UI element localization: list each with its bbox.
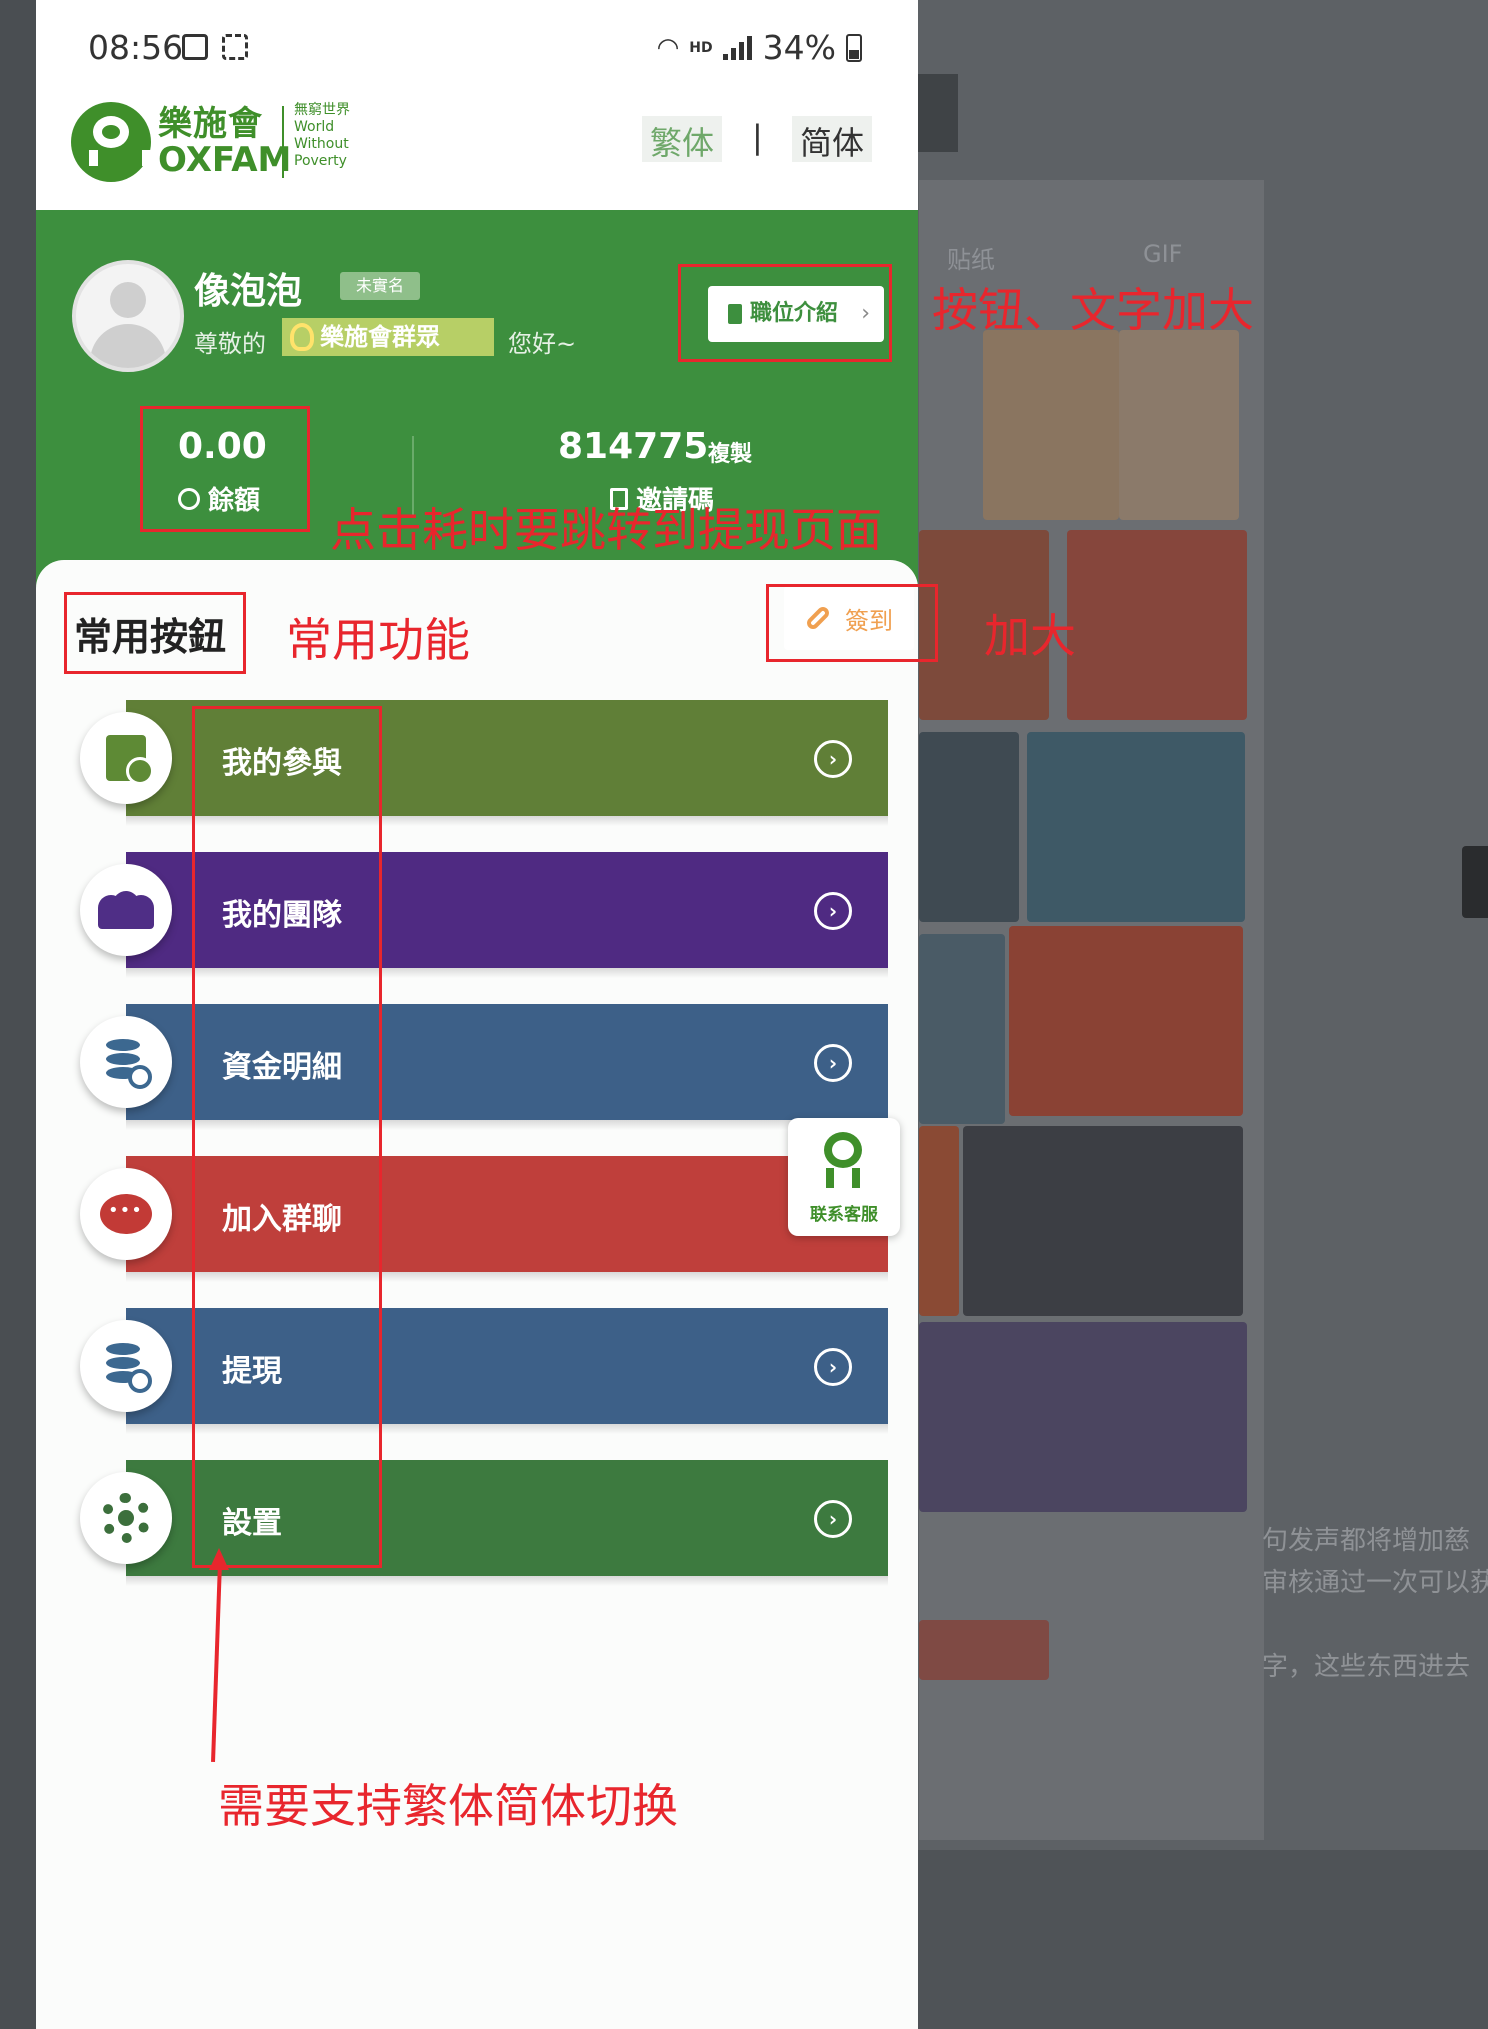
logo-english: OXFAM	[158, 140, 292, 180]
status-bar: 08:56 ◠ HD 34%	[36, 0, 918, 92]
background-text-line: 句发声都将增加慈	[1262, 1526, 1471, 1556]
avatar-head	[110, 282, 146, 318]
background-text-line	[1262, 1604, 1488, 1646]
logo-tagline-line: World	[294, 119, 335, 135]
member-level-badge: 樂施會群眾	[282, 318, 494, 356]
copy-invite-button[interactable]: 複製	[708, 436, 752, 468]
background-tile	[919, 1126, 959, 1316]
logo-tagline: 無窮世界 World Without Poverty	[294, 102, 350, 170]
annotation-enlarge-button-text: 按钮、文字加大	[932, 283, 1254, 337]
logo-divider	[282, 106, 284, 178]
background-text: 句发声都将增加慈 审核通过一次可以获 字，这些东西进去	[1262, 1520, 1488, 1688]
annotation-enlarge: 加大	[984, 609, 1076, 663]
background-text-line: 字，这些东西进去	[1262, 1652, 1471, 1682]
traditional-chinese-button[interactable]: 繁体	[642, 116, 723, 162]
annotation-box-checkin	[766, 584, 938, 662]
background-left-strip	[0, 0, 36, 2029]
customer-service-label: 联系客服	[810, 1205, 878, 1225]
background-side-tab	[1462, 846, 1488, 918]
arrow-circle-icon: ›	[814, 740, 852, 778]
background-tile	[1009, 926, 1243, 1116]
status-right: ◠ HD 34%	[657, 28, 862, 67]
withdraw-icon	[80, 1320, 172, 1412]
background-tabs: 贴纸 GIF	[919, 236, 1264, 276]
wifi-icon: ◠	[656, 32, 680, 63]
arrow-circle-icon: ›	[814, 1348, 852, 1386]
invite-code-value: 814775	[558, 426, 709, 467]
user-name: 像泡泡	[194, 271, 303, 312]
status-time: 08:56	[88, 28, 184, 67]
arrow-circle-icon: ›	[814, 1500, 852, 1538]
background-tile	[919, 934, 1005, 1124]
funds-detail-icon	[80, 1016, 172, 1108]
customer-service-button[interactable]: 联系客服	[788, 1118, 900, 1236]
annotation-withdraw-jump: 点击耗时要跳转到提现页面	[330, 503, 882, 557]
annotation-box-menu-labels	[192, 706, 382, 1568]
logo-chinese: 樂施會	[158, 104, 263, 144]
logo-tagline-line: 無窮世界	[294, 102, 350, 118]
signal-icon	[722, 35, 753, 60]
avatar-body	[90, 324, 166, 368]
annotation-common-functions: 常用功能	[286, 613, 470, 667]
greeting-prefix: 尊敬的	[194, 330, 266, 358]
team-icon	[80, 864, 172, 956]
background-tab-sticker: 贴纸	[947, 246, 995, 274]
background-tile	[919, 1620, 1049, 1680]
background-tab-gif: GIF	[1143, 240, 1183, 268]
member-badge-icon	[290, 323, 314, 351]
hd-label: HD	[689, 39, 713, 56]
menu-bar-shadow	[126, 1576, 888, 1586]
participation-icon	[80, 712, 172, 804]
simplified-chinese-button[interactable]: 简体	[792, 116, 873, 162]
gallery-icon	[182, 34, 208, 60]
greeting-suffix: 您好~	[508, 330, 577, 358]
language-separator: |	[752, 118, 763, 156]
background-top-block	[918, 74, 958, 152]
logo-tagline-line: Poverty	[294, 153, 347, 169]
arrow-circle-icon: ›	[814, 1044, 852, 1082]
group-chat-icon	[80, 1168, 172, 1260]
battery-icon	[846, 33, 862, 62]
background-tile	[963, 1126, 1243, 1316]
oxfam-support-icon	[822, 1132, 864, 1188]
oxfam-logo-icon	[71, 102, 151, 182]
background-text-line: 审核通过一次可以获	[1262, 1568, 1488, 1598]
background-tile	[983, 330, 1119, 520]
annotation-language-switch: 需要支持繁体简体切换	[218, 1779, 678, 1833]
background-tile	[1119, 330, 1239, 520]
background-tile	[1067, 530, 1247, 720]
background-sticker-panel	[919, 180, 1264, 1840]
background-tile	[1027, 732, 1245, 922]
member-badge-label: 樂施會群眾	[320, 323, 440, 351]
annotation-box-position-button	[678, 264, 892, 362]
screenshot-icon	[222, 34, 248, 60]
annotation-box-balance	[140, 406, 310, 532]
annotation-box-section-title	[64, 592, 246, 674]
avatar[interactable]	[72, 260, 184, 372]
settings-icon	[80, 1472, 172, 1564]
background-tile	[919, 1322, 1247, 1512]
background-tile	[919, 732, 1019, 922]
logo-tagline-line: Without	[294, 136, 349, 152]
battery-percent: 34%	[762, 28, 836, 67]
app-header: 樂施會 OXFAM 無窮世界 World Without Poverty 繁体 …	[36, 92, 918, 210]
arrow-circle-icon: ›	[814, 892, 852, 930]
verification-badge: 未實名	[340, 272, 420, 300]
